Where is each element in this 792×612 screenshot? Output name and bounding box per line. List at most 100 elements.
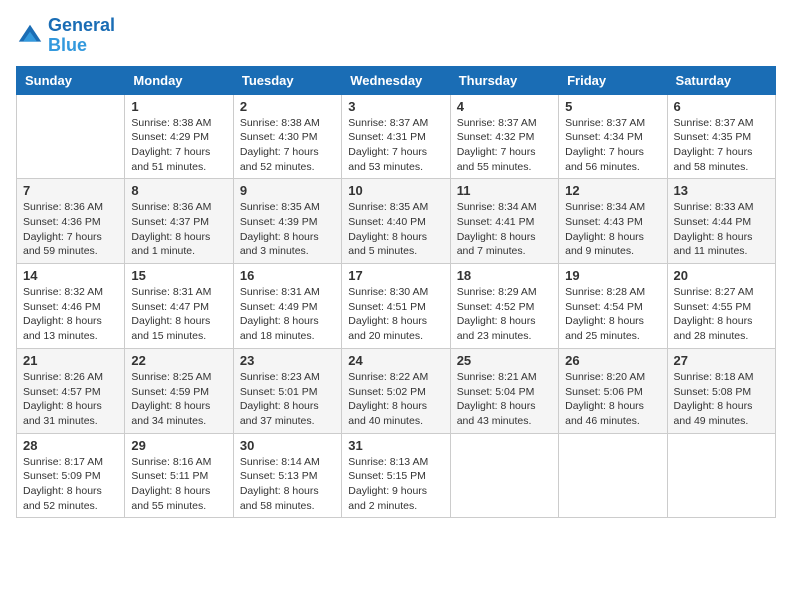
calendar-cell: 9 Sunrise: 8:35 AMSunset: 4:39 PMDaylight… <box>233 179 341 264</box>
day-number: 20 <box>674 268 769 283</box>
day-number: 21 <box>23 353 118 368</box>
day-number: 8 <box>131 183 226 198</box>
day-info: Sunrise: 8:37 AMSunset: 4:31 PMDaylight:… <box>348 116 443 175</box>
day-number: 23 <box>240 353 335 368</box>
day-info: Sunrise: 8:34 AMSunset: 4:41 PMDaylight:… <box>457 200 552 259</box>
day-header-saturday: Saturday <box>667 66 775 94</box>
calendar-cell: 11 Sunrise: 8:34 AMSunset: 4:41 PMDayligh… <box>450 179 558 264</box>
calendar-cell: 24Sunrise: 8:22 AMSunset: 5:02 PMDayligh… <box>342 348 450 433</box>
day-info: Sunrise: 8:18 AMSunset: 5:08 PMDaylight:… <box>674 370 769 429</box>
day-info: Sunrise: 8:23 AMSunset: 5:01 PMDaylight:… <box>240 370 335 429</box>
day-info: Sunrise: 8:32 AMSunset: 4:46 PMDaylight:… <box>23 285 118 344</box>
day-number: 29 <box>131 438 226 453</box>
day-number: 7 <box>23 183 118 198</box>
calendar-cell: 30 Sunrise: 8:14 AMSunset: 5:13 PMDayligh… <box>233 433 341 518</box>
day-info: Sunrise: 8:17 AMSunset: 5:09 PMDaylight:… <box>23 455 118 514</box>
week-row-5: 28 Sunrise: 8:17 AMSunset: 5:09 PMDayligh… <box>17 433 776 518</box>
day-header-tuesday: Tuesday <box>233 66 341 94</box>
day-info: Sunrise: 8:37 AMSunset: 4:35 PMDaylight:… <box>674 116 769 175</box>
day-number: 31 <box>348 438 443 453</box>
day-info: Sunrise: 8:34 AMSunset: 4:43 PMDaylight:… <box>565 200 660 259</box>
day-number: 14 <box>23 268 118 283</box>
calendar-cell <box>17 94 125 179</box>
calendar-cell: 4 Sunrise: 8:37 AMSunset: 4:32 PMDaylight… <box>450 94 558 179</box>
logo-text: General Blue <box>48 16 115 56</box>
logo-icon <box>16 22 44 50</box>
day-number: 27 <box>674 353 769 368</box>
day-number: 4 <box>457 99 552 114</box>
calendar-cell: 10Sunrise: 8:35 AMSunset: 4:40 PMDayligh… <box>342 179 450 264</box>
day-number: 9 <box>240 183 335 198</box>
day-header-sunday: Sunday <box>17 66 125 94</box>
day-number: 30 <box>240 438 335 453</box>
calendar-cell <box>450 433 558 518</box>
day-info: Sunrise: 8:36 AMSunset: 4:36 PMDaylight:… <box>23 200 118 259</box>
day-number: 18 <box>457 268 552 283</box>
day-number: 11 <box>457 183 552 198</box>
day-info: Sunrise: 8:35 AMSunset: 4:39 PMDaylight:… <box>240 200 335 259</box>
day-number: 5 <box>565 99 660 114</box>
week-row-3: 14 Sunrise: 8:32 AMSunset: 4:46 PMDayligh… <box>17 264 776 349</box>
day-info: Sunrise: 8:27 AMSunset: 4:55 PMDaylight:… <box>674 285 769 344</box>
calendar-cell: 16Sunrise: 8:31 AMSunset: 4:49 PMDayligh… <box>233 264 341 349</box>
day-number: 19 <box>565 268 660 283</box>
calendar-cell: 14 Sunrise: 8:32 AMSunset: 4:46 PMDayligh… <box>17 264 125 349</box>
calendar-cell: 27 Sunrise: 8:18 AMSunset: 5:08 PMDayligh… <box>667 348 775 433</box>
calendar-cell: 7 Sunrise: 8:36 AMSunset: 4:36 PMDaylight… <box>17 179 125 264</box>
day-info: Sunrise: 8:31 AMSunset: 4:47 PMDaylight:… <box>131 285 226 344</box>
calendar-cell: 15Sunrise: 8:31 AMSunset: 4:47 PMDayligh… <box>125 264 233 349</box>
day-info: Sunrise: 8:36 AMSunset: 4:37 PMDaylight:… <box>131 200 226 259</box>
day-info: Sunrise: 8:16 AMSunset: 5:11 PMDaylight:… <box>131 455 226 514</box>
day-info: Sunrise: 8:28 AMSunset: 4:54 PMDaylight:… <box>565 285 660 344</box>
calendar-cell: 23 Sunrise: 8:23 AMSunset: 5:01 PMDayligh… <box>233 348 341 433</box>
calendar-cell <box>667 433 775 518</box>
calendar-cell: 6Sunrise: 8:37 AMSunset: 4:35 PMDaylight… <box>667 94 775 179</box>
calendar-cell: 29 Sunrise: 8:16 AMSunset: 5:11 PMDayligh… <box>125 433 233 518</box>
calendar-body: 1 Sunrise: 8:38 AMSunset: 4:29 PMDaylight… <box>17 94 776 518</box>
day-header-friday: Friday <box>559 66 667 94</box>
calendar-cell: 21 Sunrise: 8:26 AMSunset: 4:57 PMDayligh… <box>17 348 125 433</box>
calendar-cell: 1 Sunrise: 8:38 AMSunset: 4:29 PMDaylight… <box>125 94 233 179</box>
day-info: Sunrise: 8:22 AMSunset: 5:02 PMDaylight:… <box>348 370 443 429</box>
calendar-header-row: SundayMondayTuesdayWednesdayThursdayFrid… <box>17 66 776 94</box>
week-row-2: 7 Sunrise: 8:36 AMSunset: 4:36 PMDaylight… <box>17 179 776 264</box>
day-number: 3 <box>348 99 443 114</box>
day-number: 2 <box>240 99 335 114</box>
day-number: 25 <box>457 353 552 368</box>
day-info: Sunrise: 8:38 AMSunset: 4:29 PMDaylight:… <box>131 116 226 175</box>
calendar-cell: 25 Sunrise: 8:21 AMSunset: 5:04 PMDayligh… <box>450 348 558 433</box>
calendar-cell: 2 Sunrise: 8:38 AMSunset: 4:30 PMDaylight… <box>233 94 341 179</box>
calendar-cell: 12 Sunrise: 8:34 AMSunset: 4:43 PMDayligh… <box>559 179 667 264</box>
calendar-cell: 5 Sunrise: 8:37 AMSunset: 4:34 PMDaylight… <box>559 94 667 179</box>
day-info: Sunrise: 8:14 AMSunset: 5:13 PMDaylight:… <box>240 455 335 514</box>
calendar-cell: 13Sunrise: 8:33 AMSunset: 4:44 PMDayligh… <box>667 179 775 264</box>
day-number: 22 <box>131 353 226 368</box>
day-header-monday: Monday <box>125 66 233 94</box>
day-number: 1 <box>131 99 226 114</box>
logo: General Blue <box>16 16 115 56</box>
day-info: Sunrise: 8:33 AMSunset: 4:44 PMDaylight:… <box>674 200 769 259</box>
day-info: Sunrise: 8:37 AMSunset: 4:34 PMDaylight:… <box>565 116 660 175</box>
day-number: 12 <box>565 183 660 198</box>
day-info: Sunrise: 8:30 AMSunset: 4:51 PMDaylight:… <box>348 285 443 344</box>
calendar-cell: 28 Sunrise: 8:17 AMSunset: 5:09 PMDayligh… <box>17 433 125 518</box>
day-number: 10 <box>348 183 443 198</box>
week-row-4: 21 Sunrise: 8:26 AMSunset: 4:57 PMDayligh… <box>17 348 776 433</box>
day-info: Sunrise: 8:37 AMSunset: 4:32 PMDaylight:… <box>457 116 552 175</box>
day-info: Sunrise: 8:21 AMSunset: 5:04 PMDaylight:… <box>457 370 552 429</box>
day-number: 28 <box>23 438 118 453</box>
day-number: 26 <box>565 353 660 368</box>
week-row-1: 1 Sunrise: 8:38 AMSunset: 4:29 PMDaylight… <box>17 94 776 179</box>
calendar-table: SundayMondayTuesdayWednesdayThursdayFrid… <box>16 66 776 519</box>
day-info: Sunrise: 8:25 AMSunset: 4:59 PMDaylight:… <box>131 370 226 429</box>
calendar-cell: 17 Sunrise: 8:30 AMSunset: 4:51 PMDayligh… <box>342 264 450 349</box>
day-header-thursday: Thursday <box>450 66 558 94</box>
day-info: Sunrise: 8:38 AMSunset: 4:30 PMDaylight:… <box>240 116 335 175</box>
day-number: 17 <box>348 268 443 283</box>
day-info: Sunrise: 8:29 AMSunset: 4:52 PMDaylight:… <box>457 285 552 344</box>
calendar-cell: 31Sunrise: 8:13 AMSunset: 5:15 PMDayligh… <box>342 433 450 518</box>
calendar-cell: 8 Sunrise: 8:36 AMSunset: 4:37 PMDaylight… <box>125 179 233 264</box>
day-number: 16 <box>240 268 335 283</box>
calendar-cell: 26Sunrise: 8:20 AMSunset: 5:06 PMDayligh… <box>559 348 667 433</box>
day-info: Sunrise: 8:26 AMSunset: 4:57 PMDaylight:… <box>23 370 118 429</box>
